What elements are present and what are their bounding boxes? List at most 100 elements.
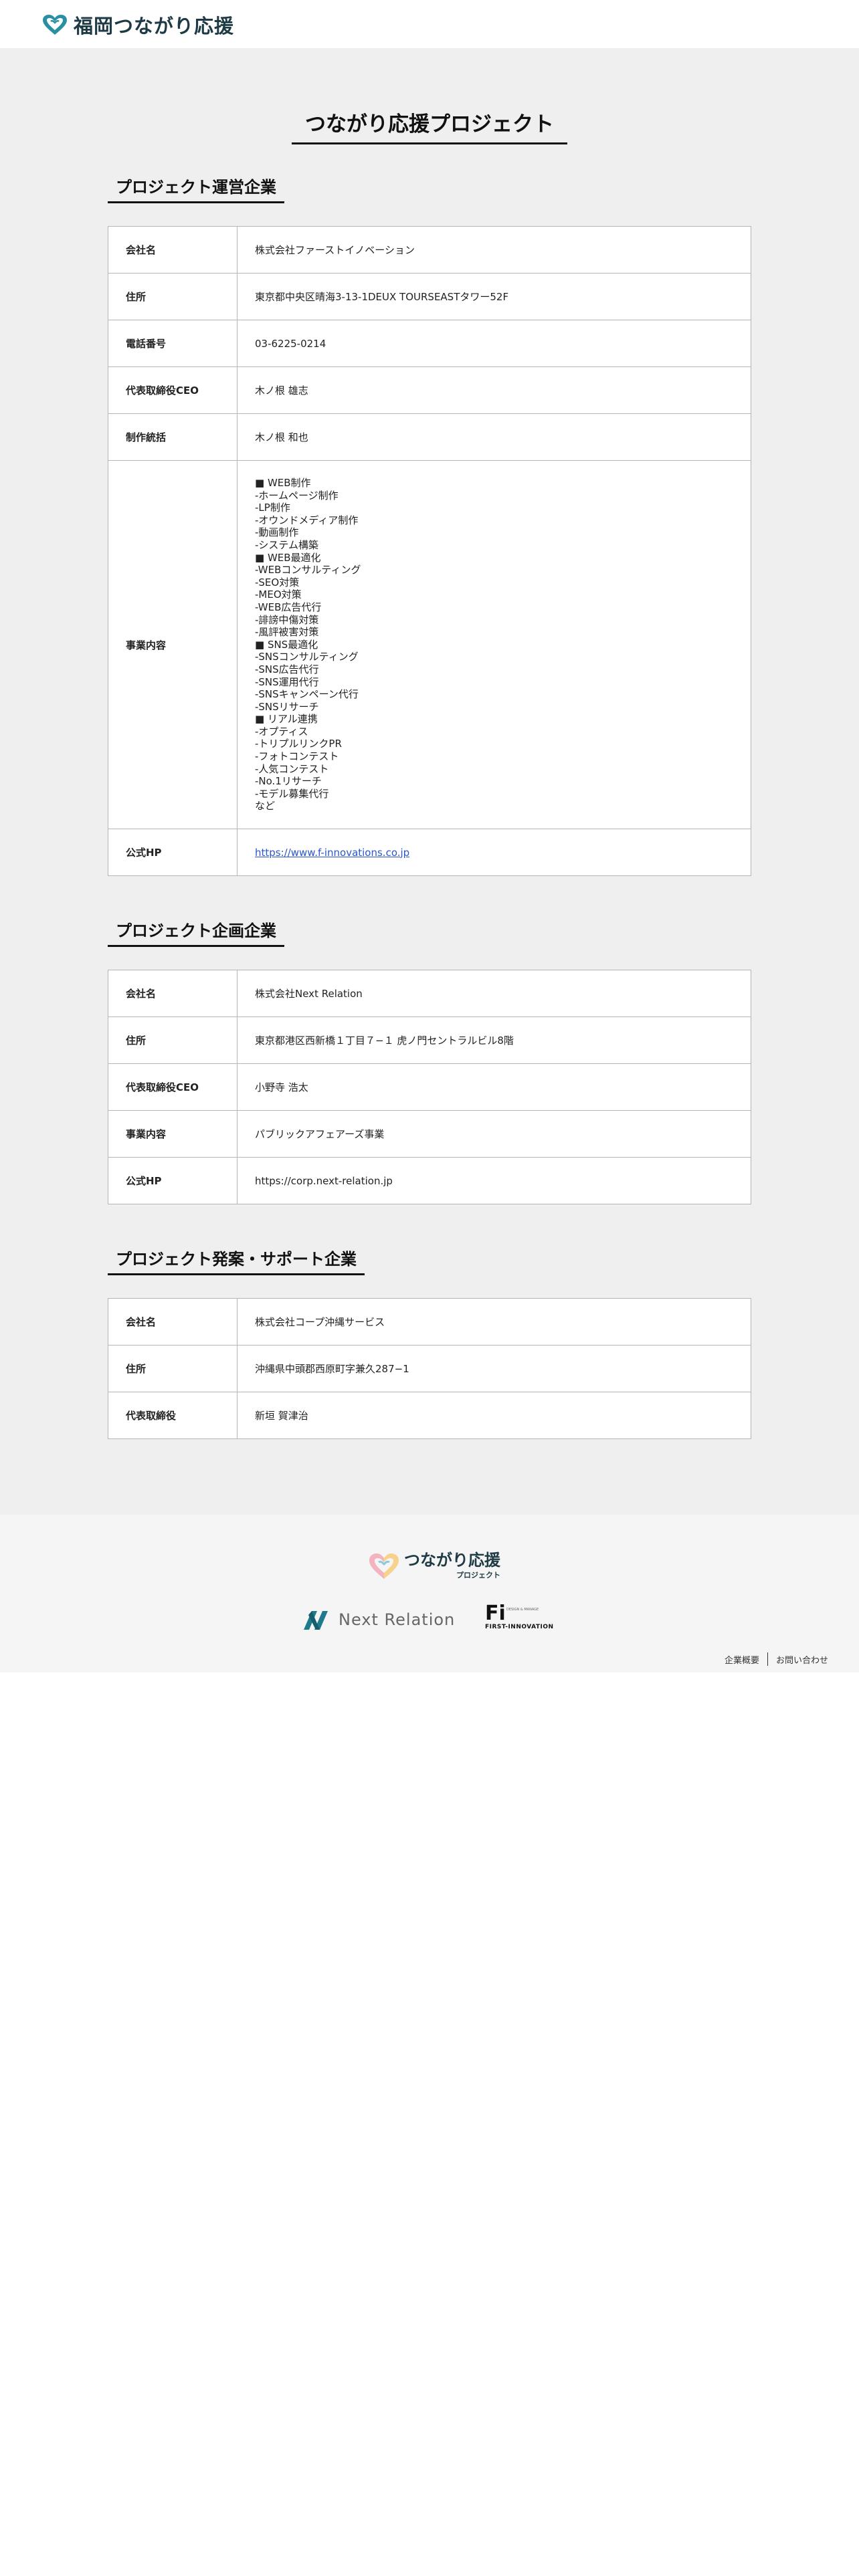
row-key: 事業内容 <box>108 459 237 829</box>
table-row: 住所 沖縄県中頭郡西原町字兼久287−1 <box>108 1345 751 1392</box>
row-key: 会社名 <box>108 970 237 1017</box>
heart-icon <box>43 15 67 35</box>
table-row: 事業内容 ■ WEB制作 -ホームページ制作 -LP制作 -オウンドメディア制作… <box>108 459 751 829</box>
next-relation-logo: Next Relation <box>302 1608 455 1631</box>
row-key: 代表取締役CEO <box>108 366 237 414</box>
business-item: ■ WEB最適化 <box>255 551 321 564</box>
link-separator <box>767 1652 768 1666</box>
business-item: -ホームページ制作 <box>255 489 339 502</box>
table-row: 代表取締役CEO 木ノ根 雄志 <box>108 366 751 414</box>
table-row: 公式HP https://www.f-innovations.co.jp <box>108 829 751 876</box>
row-key: 住所 <box>108 273 237 320</box>
row-key: 住所 <box>108 1345 237 1392</box>
row-value: 東京都中央区晴海3-13-1DEUX TOURSEASTタワー52F <box>237 273 751 320</box>
row-key: 住所 <box>108 1016 237 1064</box>
section-support-company: プロジェクト発案・サポート企業 会社名 株式会社コープ沖縄サービス 住所 沖縄県… <box>108 1246 751 1440</box>
row-key: 電話番号 <box>108 320 237 367</box>
row-value: https://www.f-innovations.co.jp <box>237 829 751 876</box>
business-item: ■ SNS最適化 <box>255 638 318 651</box>
row-key: 代表取締役CEO <box>108 1063 237 1111</box>
row-value: 株式会社コープ沖縄サービス <box>237 1298 751 1346</box>
table-row: 住所 東京都港区西新橋１丁目７−１ 虎ノ門セントラルビル8階 <box>108 1016 751 1064</box>
section-heading: プロジェクト発案・サポート企業 <box>108 1246 365 1276</box>
table-row: 公式HP https://corp.next-relation.jp <box>108 1157 751 1204</box>
business-item: -SNS広告代行 <box>255 663 319 675</box>
row-key: 会社名 <box>108 1298 237 1346</box>
fi-tagline: DESIGN & MANAGE <box>506 1608 539 1612</box>
business-item: -SNSキャンペーン代行 <box>255 688 359 701</box>
business-item: -WEBコンサルティング <box>255 564 361 576</box>
business-item: -SNSコンサルティング <box>255 651 359 663</box>
fi-mark: Fi <box>485 1602 506 1625</box>
business-item: -MEO対策 <box>255 588 302 601</box>
footer-links: 企業概要 お問い合わせ <box>725 1652 828 1666</box>
business-item: -WEB広告代行 <box>255 601 322 613</box>
business-item: -システム構築 <box>255 538 318 551</box>
business-item: ■ WEB制作 <box>255 477 311 489</box>
fi-name: FIRST-INNOVATION <box>485 1624 554 1630</box>
row-key: 公式HP <box>108 829 237 876</box>
business-item: -動画制作 <box>255 526 299 539</box>
row-key: 代表取締役 <box>108 1392 237 1439</box>
site-logo[interactable]: 福岡つながり応援 <box>41 11 234 39</box>
row-value: 小野寺 浩太 <box>237 1063 751 1111</box>
next-relation-mark-icon <box>304 1611 328 1630</box>
official-site-link[interactable]: https://www.f-innovations.co.jp <box>255 847 409 859</box>
business-item: -LP制作 <box>255 502 290 514</box>
project-logo: つながり応援 プロジェクト <box>368 1552 500 1580</box>
row-value: 沖縄県中頭郡西原町字兼久287−1 <box>237 1345 751 1392</box>
table-row: 会社名 株式会社ファーストイノベーション <box>108 226 751 274</box>
business-item: ■ リアル連携 <box>255 713 318 726</box>
table-row: 電話番号 03-6225-0214 <box>108 320 751 367</box>
row-value: https://corp.next-relation.jp <box>237 1157 751 1204</box>
business-item: -誹謗中傷対策 <box>255 613 319 626</box>
table-row: 住所 東京都中央区晴海3-13-1DEUX TOURSEASTタワー52F <box>108 273 751 320</box>
business-item: -オウンドメディア制作 <box>255 514 359 526</box>
row-value: 株式会社Next Relation <box>237 970 751 1017</box>
company-table: 会社名 株式会社Next Relation 住所 東京都港区西新橋１丁目７−１ … <box>108 970 751 1205</box>
table-row: 代表取締役CEO 小野寺 浩太 <box>108 1063 751 1111</box>
heart-icon <box>369 1553 399 1579</box>
table-row: 会社名 株式会社Next Relation <box>108 970 751 1017</box>
next-relation-text: Next Relation <box>339 1610 456 1629</box>
logo-text: 福岡つながり応援 <box>74 15 235 37</box>
row-value: パブリックアフェアーズ事業 <box>237 1110 751 1158</box>
business-item: -トリプルリンクPR <box>255 738 342 750</box>
row-value: 03-6225-0214 <box>237 320 751 367</box>
page-title: つながり応援プロジェクト <box>292 107 567 144</box>
site-header: 福岡つながり応援 <box>0 0 859 48</box>
company-table: 会社名 株式会社コープ沖縄サービス 住所 沖縄県中頭郡西原町字兼久287−1 代… <box>108 1298 751 1440</box>
business-item: など <box>255 800 276 813</box>
row-key: 公式HP <box>108 1157 237 1204</box>
footer-logo-text: つながり応援 <box>404 1551 500 1570</box>
section-heading: プロジェクト企画企業 <box>108 918 284 948</box>
section-operating-company: プロジェクト運営企業 会社名 株式会社ファーストイノベーション 住所 東京都中央… <box>108 174 751 877</box>
business-item: -フォトコンテスト <box>255 750 339 763</box>
table-row: 制作統括 木ノ根 和也 <box>108 413 751 461</box>
business-item: -モデル募集代行 <box>255 787 329 800</box>
business-item: -風評被害対策 <box>255 626 319 639</box>
company-overview-link[interactable]: 企業概要 <box>725 1653 759 1666</box>
footer-logo-sub: プロジェクト <box>456 1571 500 1580</box>
first-innovation-logo: Fi DESIGN & MANAGE FIRST-INNOVATION <box>485 1602 554 1631</box>
row-value: 新垣 賀津治 <box>237 1392 751 1439</box>
company-table: 会社名 株式会社ファーストイノベーション 住所 東京都中央区晴海3-13-1DE… <box>108 226 751 877</box>
row-key: 制作統括 <box>108 413 237 461</box>
row-key: 事業内容 <box>108 1110 237 1158</box>
business-item: -SNS運用代行 <box>255 675 319 688</box>
business-item: -SNSリサーチ <box>255 700 319 713</box>
section-planning-company: プロジェクト企画企業 会社名 株式会社Next Relation 住所 東京都港… <box>108 918 751 1205</box>
contact-link[interactable]: お問い合わせ <box>776 1653 828 1666</box>
row-value: 木ノ根 和也 <box>237 413 751 461</box>
business-item: -オプティス <box>255 725 308 738</box>
business-item: -SEO対策 <box>255 576 300 588</box>
section-heading: プロジェクト運営企業 <box>108 174 284 203</box>
site-footer: つながり応援 プロジェクト Next Relation Fi DESIGN & … <box>0 1515 859 1673</box>
table-row: 会社名 株式会社コープ沖縄サービス <box>108 1298 751 1346</box>
business-item: -人気コンテスト <box>255 762 329 775</box>
main-content: つながり応援プロジェクト プロジェクト運営企業 会社名 株式会社ファーストイノベ… <box>0 48 859 1515</box>
row-value: 東京都港区西新橋１丁目７−１ 虎ノ門セントラルビル8階 <box>237 1016 751 1064</box>
business-list: ■ WEB制作 -ホームページ制作 -LP制作 -オウンドメディア制作 -動画制… <box>237 459 751 829</box>
row-value: 株式会社ファーストイノベーション <box>237 226 751 274</box>
business-item: -No.1リサーチ <box>255 775 322 788</box>
